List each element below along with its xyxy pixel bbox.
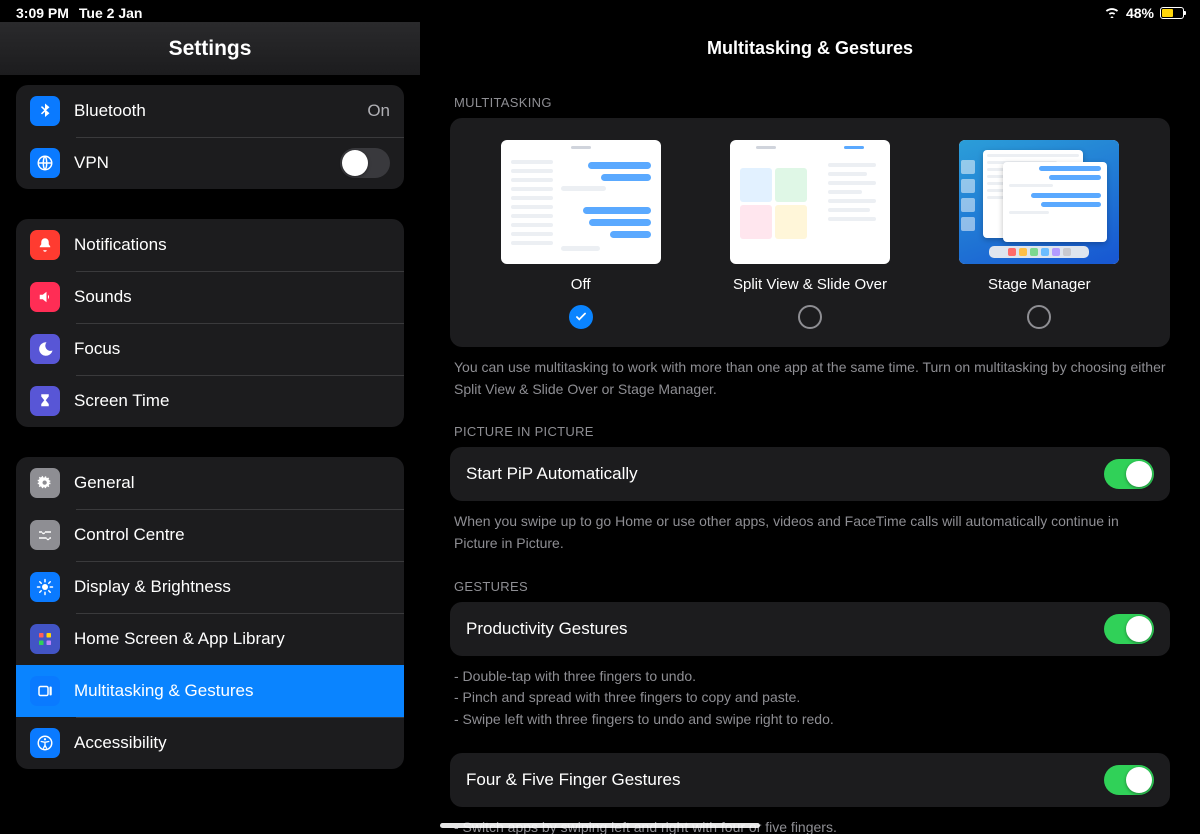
status-date: Tue 2 Jan [79,5,143,21]
sidebar-label: Focus [74,339,390,359]
radio-unselected[interactable] [1027,305,1051,329]
radio-unselected[interactable] [798,305,822,329]
sidebar-label: General [74,473,390,493]
option-label: Off [571,276,591,293]
sidebar-item-bluetooth[interactable]: Bluetooth On [16,85,404,137]
sidebar-label: Multitasking & Gestures [74,681,390,701]
grid-icon [30,624,60,654]
sidebar-label: Control Centre [74,525,390,545]
multitasking-option-off[interactable]: Off [481,140,681,329]
sidebar-value: On [367,101,390,121]
sidebar-item-screen-time[interactable]: Screen Time [16,375,404,427]
section-footer-pip: When you swipe up to go Home or use othe… [450,501,1170,558]
sidebar-title: Settings [0,22,420,75]
wifi-icon [1104,5,1120,21]
settings-sidebar: Settings Bluetooth On VPN [0,22,420,834]
sidebar-item-notifications[interactable]: Notifications [16,219,404,271]
sidebar-item-display-brightness[interactable]: Display & Brightness [16,561,404,613]
sidebar-label: Accessibility [74,733,390,753]
sidebar-item-focus[interactable]: Focus [16,323,404,375]
speaker-icon [30,282,60,312]
hourglass-icon [30,386,60,416]
bluetooth-icon [30,96,60,126]
row-start-pip-automatically[interactable]: Start PiP Automatically [450,447,1170,501]
home-indicator[interactable] [440,823,760,828]
brightness-icon [30,572,60,602]
sidebar-label: Screen Time [74,391,390,411]
sidebar-label: Sounds [74,287,390,307]
section-header-pip: PICTURE IN PICTURE [450,404,1170,447]
option-label: Stage Manager [988,276,1091,293]
section-header-multitasking: MULTITASKING [450,75,1170,118]
section-footer-productivity: - Double-tap with three fingers to undo.… [450,656,1170,735]
multitasking-options-card: Off [450,118,1170,347]
sidebar-item-multitasking[interactable]: Multitasking & Gestures [16,665,404,717]
pip-toggle[interactable] [1104,459,1154,489]
footer-line: - Double-tap with three fingers to undo. [454,666,1166,688]
battery-icon [1160,7,1184,19]
preview-stage-manager [959,140,1119,264]
sidebar-label: Bluetooth [74,101,353,121]
status-time: 3:09 PM [16,5,69,21]
status-bar: 3:09 PM Tue 2 Jan 48% [0,0,1200,22]
vpn-toggle[interactable] [340,148,390,178]
footer-line: - Pinch and spread with three fingers to… [454,687,1166,709]
row-label: Productivity Gestures [466,619,1092,639]
multitasking-icon [30,676,60,706]
sidebar-item-vpn[interactable]: VPN [16,137,404,189]
battery-percent: 48% [1126,5,1154,21]
section-footer-multitasking: You can use multitasking to work with mo… [450,347,1170,404]
sidebar-label: Home Screen & App Library [74,629,390,649]
sidebar-label: VPN [74,153,326,173]
globe-icon [30,148,60,178]
moon-icon [30,334,60,364]
sliders-icon [30,520,60,550]
option-label: Split View & Slide Over [733,276,887,293]
row-productivity-gestures[interactable]: Productivity Gestures [450,602,1170,656]
preview-off [501,140,661,264]
sidebar-label: Notifications [74,235,390,255]
row-label: Four & Five Finger Gestures [466,770,1092,790]
bell-icon [30,230,60,260]
pip-card: Start PiP Automatically [450,447,1170,501]
radio-selected[interactable] [569,305,593,329]
sidebar-label: Display & Brightness [74,577,390,597]
multitasking-option-splitview[interactable]: Split View & Slide Over [710,140,910,329]
gear-icon [30,468,60,498]
accessibility-icon [30,728,60,758]
sidebar-item-sounds[interactable]: Sounds [16,271,404,323]
productivity-gestures-card: Productivity Gestures [450,602,1170,656]
multitasking-option-stage-manager[interactable]: Stage Manager [939,140,1139,329]
four-five-gestures-card: Four & Five Finger Gestures [450,753,1170,807]
four-five-gestures-toggle[interactable] [1104,765,1154,795]
detail-pane: Multitasking & Gestures MULTITASKING [420,22,1200,834]
sidebar-item-home-screen[interactable]: Home Screen & App Library [16,613,404,665]
row-label: Start PiP Automatically [466,464,1092,484]
row-four-five-finger-gestures[interactable]: Four & Five Finger Gestures [450,753,1170,807]
sidebar-item-control-centre[interactable]: Control Centre [16,509,404,561]
sidebar-item-accessibility[interactable]: Accessibility [16,717,404,769]
productivity-gestures-toggle[interactable] [1104,614,1154,644]
preview-splitview [730,140,890,264]
footer-line: - Swipe left with three fingers to undo … [454,709,1166,731]
page-title: Multitasking & Gestures [420,22,1200,75]
sidebar-item-general[interactable]: General [16,457,404,509]
section-header-gestures: GESTURES [450,559,1170,602]
section-footer-fourfive: - Switch apps by swiping left and right … [450,807,1170,834]
